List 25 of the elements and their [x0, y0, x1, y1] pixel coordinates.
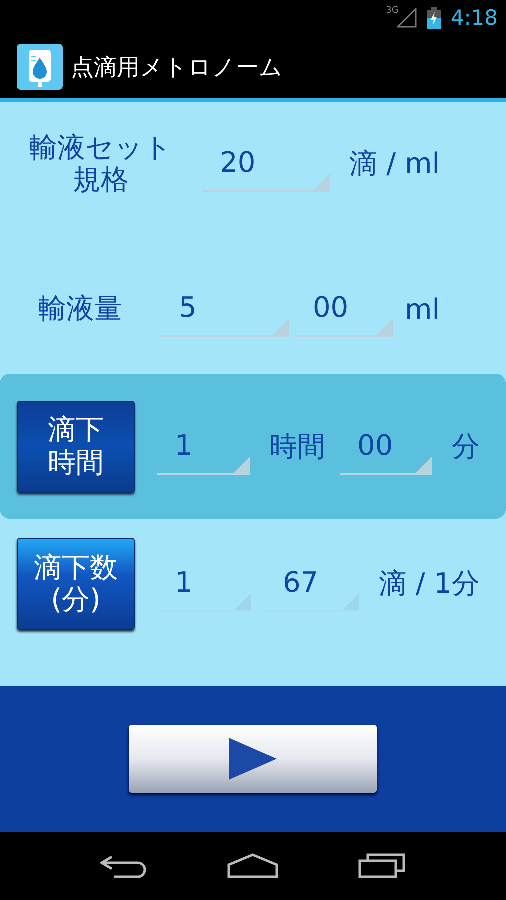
- app-title: 点滴用メトロノーム: [71, 54, 283, 82]
- mode-button[interactable]: 滴下 時間: [17, 400, 135, 492]
- recents-icon[interactable]: [358, 853, 406, 879]
- unit-label: 分: [451, 428, 481, 464]
- number-spinner[interactable]: 00: [340, 418, 432, 474]
- number-spinner[interactable]: 00: [294, 281, 393, 337]
- play-icon: [229, 738, 277, 780]
- unit-label: 滴 / 1分: [378, 566, 481, 602]
- clock-time: 4:18: [450, 6, 498, 30]
- unit-label: 時間: [268, 428, 326, 464]
- mode-button[interactable]: 滴下数 (分): [17, 538, 135, 630]
- number-spinner[interactable]: 5: [160, 281, 289, 337]
- back-icon[interactable]: [100, 853, 148, 879]
- battery-icon: [426, 7, 441, 29]
- field-label: 輸液セット 規格: [28, 132, 174, 196]
- field-label: 輸液量: [37, 292, 124, 326]
- number-spinner[interactable]: 20: [202, 136, 330, 192]
- network-label: 3G: [386, 6, 399, 16]
- number-spinner[interactable]: 1: [157, 418, 250, 474]
- iv-bag-icon: [17, 44, 63, 90]
- unit-label: ml: [404, 292, 441, 326]
- unit-label: 滴 / ml: [348, 146, 441, 182]
- signal-icon: [396, 8, 417, 28]
- home-icon[interactable]: [226, 853, 279, 879]
- play-button[interactable]: [129, 725, 377, 793]
